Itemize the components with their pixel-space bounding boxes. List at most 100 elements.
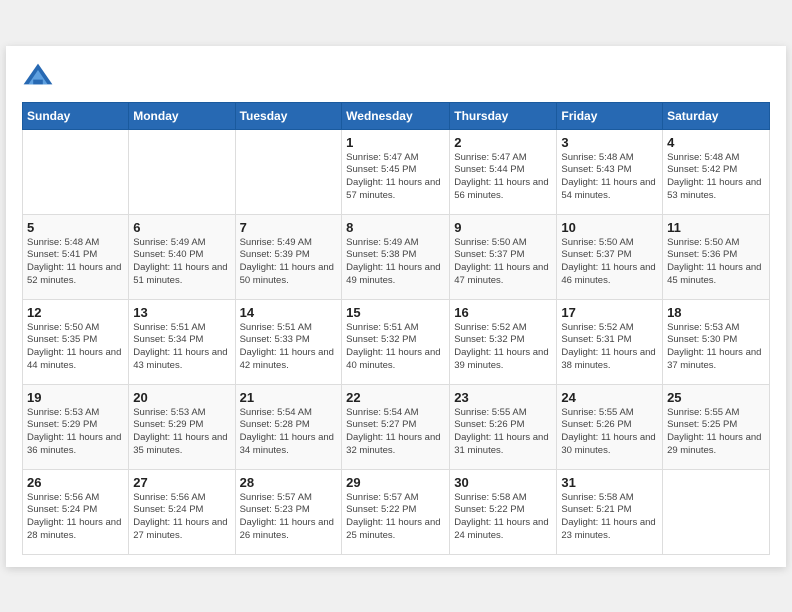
calendar-cell: 6Sunrise: 5:49 AM Sunset: 5:40 PM Daylig… (129, 214, 235, 299)
day-info: Sunrise: 5:50 AM Sunset: 5:37 PM Dayligh… (454, 237, 552, 288)
calendar-cell: 4Sunrise: 5:48 AM Sunset: 5:42 PM Daylig… (663, 129, 770, 214)
calendar-cell: 22 Sunrise: 5:54 AM Sunset: 5:27 PM Dayli… (342, 384, 450, 469)
calendar-cell: 5 Sunrise: 5:48 AM Sunset: 5:41 PM Daylig… (23, 214, 129, 299)
day-info: Sunrise: 5:56 AM Sunset: 5:24 PM Dayligh… (27, 492, 124, 543)
day-info: Sunrise: 5:58 AM Sunset: 5:21 PM Dayligh… (561, 492, 658, 543)
day-info: Sunrise: 5:47 AM Sunset: 5:45 PM Dayligh… (346, 152, 445, 203)
day-info: Sunrise: 5:56 AM Sunset: 5:24 PM Dayligh… (133, 492, 230, 543)
day-number: 7 (240, 220, 338, 235)
day-number: 27 (133, 475, 230, 490)
calendar-cell: 13Sunrise: 5:51 AM Sunset: 5:34 PM Dayli… (129, 299, 235, 384)
day-number: 17 (561, 305, 658, 320)
day-number: 3 (561, 135, 658, 150)
calendar-cell: 24 Sunrise: 5:55 AM Sunset: 5:26 PM Dayli… (557, 384, 663, 469)
calendar-cell: 12 Sunrise: 5:50 AM Sunset: 5:35 PM Dayli… (23, 299, 129, 384)
calendar-cell: 16Sunrise: 5:52 AM Sunset: 5:32 PM Dayli… (450, 299, 557, 384)
day-number: 28 (240, 475, 338, 490)
weekday-header-wednesday: Wednesday (342, 102, 450, 129)
calendar-cell: 18 Sunrise: 5:53 AM Sunset: 5:30 PM Dayli… (663, 299, 770, 384)
day-number: 20 (133, 390, 230, 405)
calendar-week-row: 1 Sunrise: 5:47 AM Sunset: 5:45 PM Daylig… (23, 129, 770, 214)
calendar-week-row: 26 Sunrise: 5:56 AM Sunset: 5:24 PM Dayli… (23, 469, 770, 554)
day-info: Sunrise: 5:51 AM Sunset: 5:32 PM Dayligh… (346, 322, 445, 373)
calendar-body: 1 Sunrise: 5:47 AM Sunset: 5:45 PM Daylig… (23, 129, 770, 554)
day-info: Sunrise: 5:52 AM Sunset: 5:31 PM Dayligh… (561, 322, 658, 373)
day-number: 24 (561, 390, 658, 405)
weekday-header-sunday: Sunday (23, 102, 129, 129)
calendar-cell: 29 Sunrise: 5:57 AM Sunset: 5:22 PM Dayli… (342, 469, 450, 554)
calendar-cell (23, 129, 129, 214)
day-info: Sunrise: 5:51 AM Sunset: 5:33 PM Dayligh… (240, 322, 338, 373)
day-number: 15 (346, 305, 445, 320)
calendar-cell: 26 Sunrise: 5:56 AM Sunset: 5:24 PM Dayli… (23, 469, 129, 554)
calendar-cell: 20Sunrise: 5:53 AM Sunset: 5:29 PM Dayli… (129, 384, 235, 469)
calendar-cell: 28 Sunrise: 5:57 AM Sunset: 5:23 PM Dayli… (235, 469, 342, 554)
weekday-header-monday: Monday (129, 102, 235, 129)
day-info: Sunrise: 5:48 AM Sunset: 5:41 PM Dayligh… (27, 237, 124, 288)
day-number: 8 (346, 220, 445, 235)
day-number: 14 (240, 305, 338, 320)
day-number: 4 (667, 135, 765, 150)
day-number: 26 (27, 475, 124, 490)
calendar-cell: 11Sunrise: 5:50 AM Sunset: 5:36 PM Dayli… (663, 214, 770, 299)
day-number: 22 (346, 390, 445, 405)
day-info: Sunrise: 5:57 AM Sunset: 5:23 PM Dayligh… (240, 492, 338, 543)
calendar-cell: 27 Sunrise: 5:56 AM Sunset: 5:24 PM Dayli… (129, 469, 235, 554)
calendar-thead: SundayMondayTuesdayWednesdayThursdayFrid… (23, 102, 770, 129)
day-number: 10 (561, 220, 658, 235)
day-info: Sunrise: 5:54 AM Sunset: 5:28 PM Dayligh… (240, 407, 338, 458)
day-number: 5 (27, 220, 124, 235)
calendar-cell: 25 Sunrise: 5:55 AM Sunset: 5:25 PM Dayli… (663, 384, 770, 469)
calendar-cell (663, 469, 770, 554)
calendar-cell: 9 Sunrise: 5:50 AM Sunset: 5:37 PM Daylig… (450, 214, 557, 299)
day-number: 25 (667, 390, 765, 405)
day-number: 23 (454, 390, 552, 405)
calendar-week-row: 5 Sunrise: 5:48 AM Sunset: 5:41 PM Daylig… (23, 214, 770, 299)
day-info: Sunrise: 5:53 AM Sunset: 5:29 PM Dayligh… (27, 407, 124, 458)
calendar-cell (235, 129, 342, 214)
day-number: 19 (27, 390, 124, 405)
day-info: Sunrise: 5:49 AM Sunset: 5:38 PM Dayligh… (346, 237, 445, 288)
day-info: Sunrise: 5:53 AM Sunset: 5:30 PM Dayligh… (667, 322, 765, 373)
calendar-cell: 10 Sunrise: 5:50 AM Sunset: 5:37 PM Dayli… (557, 214, 663, 299)
calendar-cell: 23 Sunrise: 5:55 AM Sunset: 5:26 PM Dayli… (450, 384, 557, 469)
day-info: Sunrise: 5:55 AM Sunset: 5:25 PM Dayligh… (667, 407, 765, 458)
day-info: Sunrise: 5:50 AM Sunset: 5:37 PM Dayligh… (561, 237, 658, 288)
day-info: Sunrise: 5:49 AM Sunset: 5:40 PM Dayligh… (133, 237, 230, 288)
calendar-cell (129, 129, 235, 214)
day-number: 21 (240, 390, 338, 405)
logo (22, 62, 58, 94)
day-info: Sunrise: 5:57 AM Sunset: 5:22 PM Dayligh… (346, 492, 445, 543)
day-info: Sunrise: 5:50 AM Sunset: 5:35 PM Dayligh… (27, 322, 124, 373)
calendar-table: SundayMondayTuesdayWednesdayThursdayFrid… (22, 102, 770, 555)
day-number: 12 (27, 305, 124, 320)
day-number: 18 (667, 305, 765, 320)
day-number: 9 (454, 220, 552, 235)
day-number: 30 (454, 475, 552, 490)
weekday-header-friday: Friday (557, 102, 663, 129)
day-info: Sunrise: 5:54 AM Sunset: 5:27 PM Dayligh… (346, 407, 445, 458)
day-number: 29 (346, 475, 445, 490)
day-info: Sunrise: 5:55 AM Sunset: 5:26 PM Dayligh… (454, 407, 552, 458)
calendar-cell: 31Sunrise: 5:58 AM Sunset: 5:21 PM Dayli… (557, 469, 663, 554)
calendar-header (22, 62, 770, 94)
calendar-cell: 21 Sunrise: 5:54 AM Sunset: 5:28 PM Dayli… (235, 384, 342, 469)
calendar-cell: 15 Sunrise: 5:51 AM Sunset: 5:32 PM Dayli… (342, 299, 450, 384)
calendar-cell: 3Sunrise: 5:48 AM Sunset: 5:43 PM Daylig… (557, 129, 663, 214)
day-info: Sunrise: 5:51 AM Sunset: 5:34 PM Dayligh… (133, 322, 230, 373)
day-number: 1 (346, 135, 445, 150)
calendar-cell: 14 Sunrise: 5:51 AM Sunset: 5:33 PM Dayli… (235, 299, 342, 384)
day-number: 16 (454, 305, 552, 320)
day-info: Sunrise: 5:50 AM Sunset: 5:36 PM Dayligh… (667, 237, 765, 288)
day-info: Sunrise: 5:47 AM Sunset: 5:44 PM Dayligh… (454, 152, 552, 203)
calendar-cell: 17 Sunrise: 5:52 AM Sunset: 5:31 PM Dayli… (557, 299, 663, 384)
calendar-cell: 2 Sunrise: 5:47 AM Sunset: 5:44 PM Daylig… (450, 129, 557, 214)
calendar-week-row: 19 Sunrise: 5:53 AM Sunset: 5:29 PM Dayli… (23, 384, 770, 469)
calendar-cell: 1 Sunrise: 5:47 AM Sunset: 5:45 PM Daylig… (342, 129, 450, 214)
day-number: 2 (454, 135, 552, 150)
logo-icon (22, 62, 54, 94)
calendar-container: SundayMondayTuesdayWednesdayThursdayFrid… (6, 46, 786, 567)
weekday-header-saturday: Saturday (663, 102, 770, 129)
weekday-header-row: SundayMondayTuesdayWednesdayThursdayFrid… (23, 102, 770, 129)
day-info: Sunrise: 5:55 AM Sunset: 5:26 PM Dayligh… (561, 407, 658, 458)
